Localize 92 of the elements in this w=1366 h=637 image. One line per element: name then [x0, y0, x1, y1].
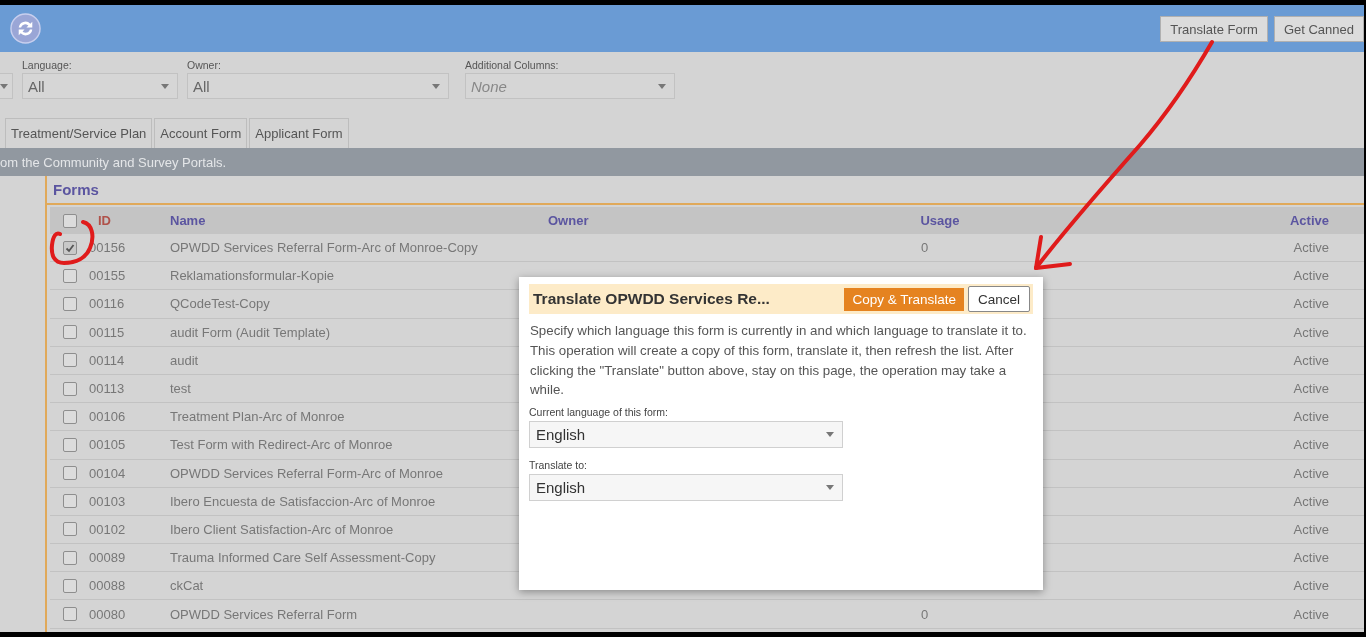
copy-translate-button[interactable]: Copy & Translate: [844, 287, 964, 311]
caret-icon: [658, 83, 666, 89]
toolbar-button[interactable]: Translate Form: [1160, 16, 1268, 42]
table-cell: 00114: [89, 352, 125, 368]
table-cell: Active: [1293, 437, 1329, 453]
table-cell: 00089: [89, 550, 126, 566]
table-cell: Reklamationsformular-Kopie: [170, 268, 334, 284]
checkbox[interactable]: [63, 578, 77, 593]
table-cell: 00103: [89, 493, 126, 509]
checkbox[interactable]: [63, 353, 77, 368]
checkbox[interactable]: [63, 607, 77, 622]
table-cell: Trauma Informed Care Self Assessment-Copy: [170, 550, 436, 566]
checkbox[interactable]: [63, 381, 77, 396]
table-cell: 00080: [89, 606, 126, 622]
language-dropdown[interactable]: English: [529, 474, 843, 502]
checkbox[interactable]: [63, 296, 77, 311]
column-header[interactable]: Active: [1289, 213, 1329, 228]
table-cell: 00105: [89, 437, 126, 453]
table-cell: Active: [1293, 240, 1329, 256]
checkbox[interactable]: [63, 409, 77, 424]
table-cell: Active: [1293, 606, 1329, 622]
table-cell: 00116: [89, 296, 125, 312]
table-cell: 00106: [89, 409, 126, 425]
refresh-logo-icon: [10, 13, 41, 44]
toolbar-button[interactable]: Get Canned: [1273, 16, 1364, 42]
table-cell: Active: [1293, 493, 1329, 509]
table-cell: Active: [1293, 465, 1329, 481]
checkbox[interactable]: [63, 240, 77, 255]
table-cell: 0: [921, 606, 929, 622]
checkbox[interactable]: [63, 466, 77, 481]
column-header[interactable]: Name: [170, 213, 206, 228]
table-cell: Treatment Plan-Arc of Monroe: [170, 409, 345, 425]
caret-icon: [826, 432, 834, 438]
field-label: Translate to:: [529, 459, 587, 472]
dropdown[interactable]: All: [187, 73, 449, 99]
table-cell: Active: [1293, 550, 1329, 566]
table-cell: test: [170, 381, 191, 397]
section-title: Forms: [53, 181, 99, 198]
checkbox[interactable]: [63, 550, 77, 565]
filter-label: Language:: [22, 59, 73, 71]
tab[interactable]: Applicant Form: [249, 118, 349, 148]
dropdown[interactable]: [0, 73, 13, 99]
table-cell: Active: [1293, 324, 1329, 340]
dropdown[interactable]: All: [22, 73, 178, 99]
table-cell: audit Form (Audit Template): [170, 324, 331, 340]
language-dropdown[interactable]: English: [529, 421, 843, 449]
checkbox[interactable]: [63, 494, 77, 509]
column-header[interactable]: ID: [98, 213, 111, 228]
dialog-title: Translate OPWDD Services Re...: [533, 290, 771, 308]
tab[interactable]: Treatment/Service Plan: [5, 118, 153, 148]
table-cell: 0: [921, 240, 929, 256]
caret-icon: [161, 83, 169, 89]
checkbox[interactable]: [63, 522, 77, 537]
checkbox[interactable]: [63, 268, 77, 283]
table-cell: Active: [1293, 521, 1329, 537]
table-cell: QCodeTest-Copy: [170, 296, 270, 312]
table-cell: 00113: [89, 381, 125, 397]
checkbox[interactable]: [63, 325, 77, 340]
column-header[interactable]: Owner: [548, 213, 589, 228]
table-cell: audit: [170, 352, 199, 368]
table-cell: 00088: [89, 578, 126, 594]
checkbox[interactable]: [63, 213, 77, 228]
table-cell: Active: [1293, 296, 1329, 312]
table-cell: OPWDD Services Referral Form: [170, 606, 358, 622]
table-cell: Active: [1293, 409, 1329, 425]
table-cell: ckCat: [170, 578, 204, 594]
dialog-description: Specify which language this form is currently in and which language to translate it to. This operation will create a copy of this form, translate it, then refresh the list. After clicking the "Translate" button above, stay on this page, the operation may take a while.: [530, 322, 1028, 400]
table-cell: Active: [1293, 352, 1329, 368]
field-label: Current language of this form:: [529, 406, 668, 419]
table-cell: 00102: [89, 521, 126, 537]
tab[interactable]: Account Form: [154, 118, 248, 148]
caret-icon: [826, 485, 834, 491]
cancel-button[interactable]: Cancel: [967, 286, 1030, 312]
caret-icon: [0, 83, 8, 89]
table-cell: 00155: [89, 268, 126, 284]
notice-text: om the Community and Survey Portals.: [0, 154, 227, 170]
table-cell: Ibero Encuesta de Satisfaccion-Arc of Monroe: [170, 493, 436, 509]
table-cell: Active: [1293, 268, 1329, 284]
table-cell: 00115: [89, 324, 125, 340]
filter-label: Additional Columns:: [465, 59, 560, 71]
filter-label: Owner:: [187, 59, 222, 71]
table-cell: Active: [1293, 381, 1329, 397]
table-cell: OPWDD Services Referral Form-Arc of Monroe: [170, 465, 444, 481]
column-header[interactable]: Usage: [920, 213, 960, 228]
checkbox[interactable]: [63, 437, 77, 452]
table-cell: 00104: [89, 465, 126, 481]
dropdown[interactable]: None: [465, 73, 675, 99]
table-cell: OPWDD Services Referral Form-Arc of Monroe-Copy: [170, 240, 478, 256]
table-cell: Test Form with Redirect-Arc of Monroe: [170, 437, 393, 453]
caret-icon: [432, 83, 440, 89]
table-cell: Ibero Client Satisfaction-Arc of Monroe: [170, 521, 394, 537]
table-cell: Active: [1293, 578, 1329, 594]
